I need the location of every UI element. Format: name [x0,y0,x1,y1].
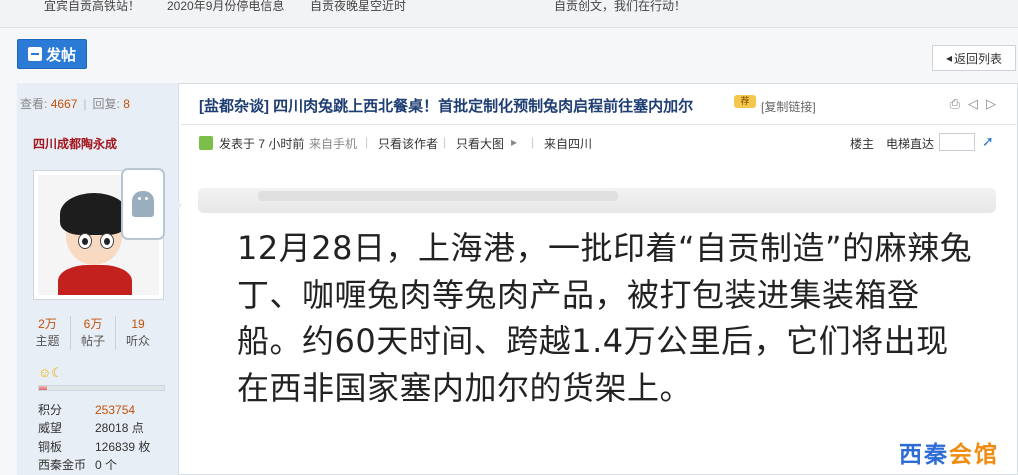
attr-label: 威望 [38,421,63,435]
pen-icon [27,47,42,61]
elevator-label: 电梯直达 [886,137,935,151]
meta-divider: | [365,135,369,149]
meta-divider: | [531,135,535,149]
attr-value: 253754 [95,403,136,417]
replies-count: 8 [123,97,130,111]
attr-label: 西秦金币 [38,458,87,472]
count-label: 主题 [35,334,60,348]
image-strip-inner [258,191,618,201]
online-status-icon [199,136,213,150]
image-strip [198,188,996,213]
floor-jump-input[interactable] [939,133,975,151]
back-to-list-label: 返回列表 [954,51,1003,66]
thread-stats: 查看: 4667 | 回复: 8 [20,95,130,112]
attr-gold: 西秦金币 0 个 [38,457,117,473]
count-value: 19 [131,317,145,331]
top-link-4[interactable]: 自贡创文，我们在行动！ [554,0,686,12]
next-icon[interactable]: ▷ [986,96,996,112]
avatar-shirt [58,265,132,295]
moon-icon: ☾ [51,365,63,380]
author-counts: 2万 主题 6万 帖子 19 听众 [25,316,165,350]
attr-value: 0 个 [95,458,118,472]
back-icon: ◂ [945,51,952,65]
thread-title: [盐都杂谈] 四川肉兔跳上西北餐桌！首批定制化预制兔肉启程前往塞内加尔 [199,98,694,115]
only-author-link[interactable]: 只看该作者 [378,135,438,152]
prev-icon[interactable]: ◁ [968,96,978,112]
dropdown-arrow-icon[interactable]: ▸ [511,135,517,149]
post-button[interactable]: 发帖 [17,39,87,69]
attr-label: 铜板 [38,440,63,454]
mobile-badge [121,168,165,240]
count-label: 帖子 [80,334,105,348]
big-image-link[interactable]: 只看大图 [456,135,504,152]
print-icon[interactable]: ⎙ [950,96,960,112]
attr-points: 积分 253754 [38,402,135,418]
avatar-hair [60,193,128,235]
sun-icon: ☺ [38,365,52,380]
top-link-1[interactable]: 宜宾自贡高铁站！ [44,0,140,12]
hot-tag-icon: 荐 [734,95,756,108]
top-link-bar: 宜宾自贡高铁站！ 2020年9月份停电信息 自贡夜晚星空近时 自贡创文，我们在行… [0,0,1018,28]
level-progress-bar [38,385,165,391]
watermark-part-1: 西秦 [899,441,949,467]
attr-value: 126839 枚 [95,440,151,454]
post-body-text: 12月28日，上海港，一批印着“自贡制造”的麻辣兔丁、咖喱兔肉等兔肉产品，被打包… [237,229,973,407]
copy-link[interactable]: [复制链接] [761,98,816,115]
views-label: 查看: [20,97,48,111]
post-content: 12月28日，上海港，一批印着“自贡制造”的麻辣兔丁、咖喱兔肉等兔肉产品，被打包… [198,188,998,475]
level-progress-fill [39,386,47,390]
stats-divider: | [83,97,87,111]
attr-value: 28018 点 [95,421,144,435]
post-time: 发表于 7 小时前 [219,137,305,151]
avatar-eye-right [100,233,114,249]
top-link-2[interactable]: 2020年9月份停电信息 [167,0,284,12]
attr-label: 积分 [38,403,63,417]
count-topics[interactable]: 2万 主题 [25,316,70,350]
post-source: 来自手机 [309,137,358,151]
count-value: 2万 [38,317,57,331]
region-label: 来自四川 [544,137,593,151]
author-name[interactable]: 四川成都陶永成 [33,135,117,152]
thread-tools: ⎙ ◁ ▷ [950,96,996,112]
post-button-label: 发帖 [45,46,76,64]
android-icon [132,191,154,217]
count-label: 听众 [125,334,150,348]
views-count: 4667 [50,97,78,111]
top-link-3[interactable]: 自贡夜晚星空近时 [310,0,406,12]
thread-title-row: [盐都杂谈] 四川肉兔跳上西北餐桌！首批定制化预制兔肉启程前往塞内加尔 荐 [复… [181,83,1018,125]
jump-icon[interactable]: ➚ [982,133,996,149]
floor-label: 楼主 [850,137,875,151]
meta-divider: | [443,135,447,149]
count-listeners[interactable]: 19 听众 [115,316,160,350]
site-watermark: 西秦会馆 [888,437,1010,471]
attr-prestige: 威望 28018 点 [38,420,144,436]
post-meta-row: 发表于 7 小时前 来自手机 | 只看该作者 | 只看大图 ▸ | 来自四川 楼… [181,125,1018,157]
count-posts[interactable]: 6万 帖子 [70,316,115,350]
avatar-eye-left [78,233,92,249]
count-value: 6万 [83,317,103,331]
back-to-list-button[interactable]: ◂ 返回列表 [932,45,1016,71]
watermark-part-2: 会馆 [949,441,999,467]
replies-label: 回复: [92,97,120,111]
attr-coins: 铜板 126839 枚 [38,439,150,455]
sidebar-pointer [174,197,182,213]
level-icons: ☺☾ [38,365,63,381]
